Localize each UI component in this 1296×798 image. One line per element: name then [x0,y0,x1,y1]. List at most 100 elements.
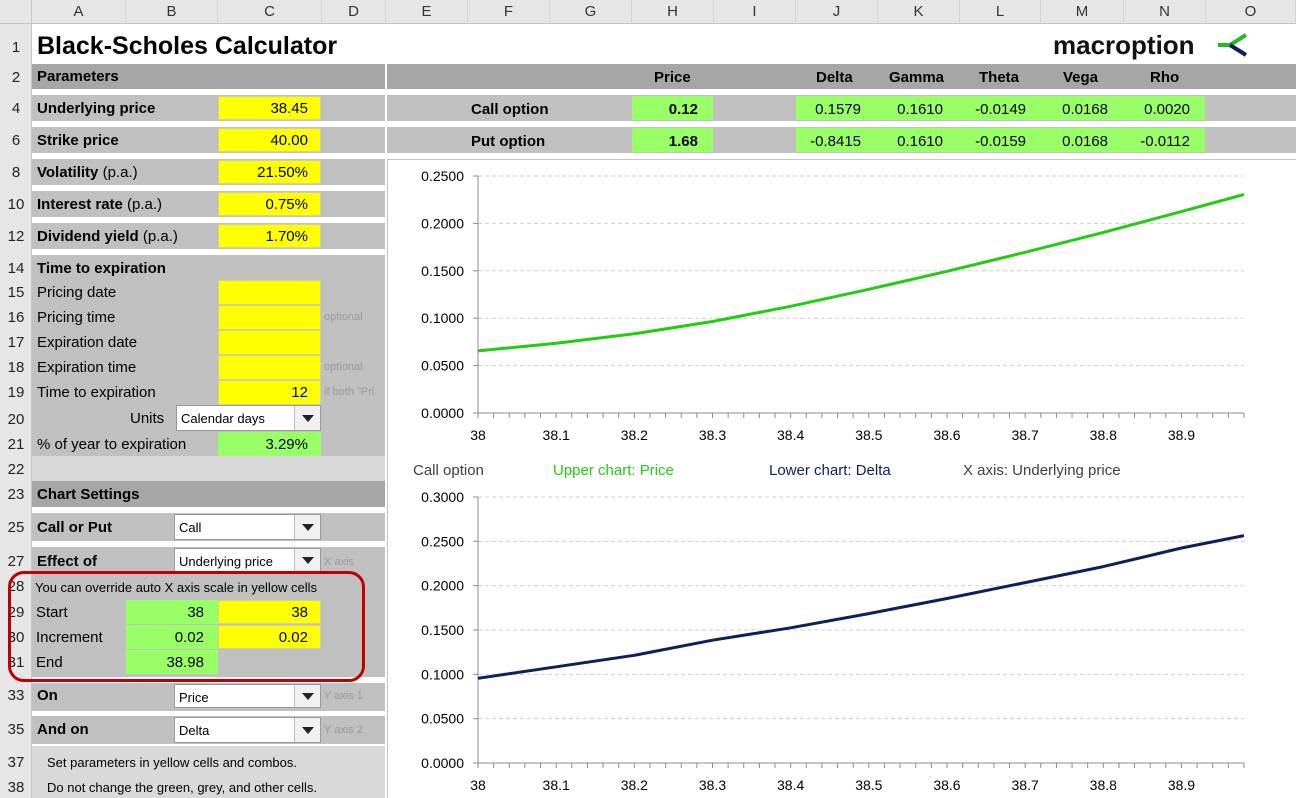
row-header-22[interactable]: 22 [0,462,32,477]
row-header-6[interactable]: 6 [0,133,32,148]
x-tick-label: 38.4 [777,777,804,793]
x-tick-label: 38.9 [1168,427,1195,443]
column-header-c[interactable]: C [218,0,322,24]
expiration-time-input[interactable] [218,355,321,380]
chart-settings-header: Chart Settings [37,486,140,503]
upper-price-chart: 0.0000 0.0500 0.1000 0.1500 0.2000 0.2500 38 38… [421,168,1245,443]
x-tick-label: 38.6 [933,777,960,793]
interest-label-group: Interest rate (p.a.) [37,197,162,212]
row-header-33[interactable]: 33 [0,688,32,703]
y-tick-label: 0.3000 [421,489,464,505]
select-all-corner[interactable] [0,0,32,24]
time-header: Time to expiration [37,260,166,277]
row-header-38[interactable]: 38 [0,780,32,795]
call-gamma: 0.1610 [897,101,943,118]
column-header-j[interactable]: J [796,0,878,24]
units-dropdown-icon[interactable] [294,406,320,430]
effect-note: X axis [324,556,354,568]
time-ifboth-note: if both "Pri [324,387,375,398]
y-tick-label: 0.1500 [421,263,464,279]
column-header-b[interactable]: B [126,0,218,24]
row-header-12[interactable]: 12 [0,229,32,244]
column-header-d[interactable]: D [322,0,386,24]
spacer-row [32,456,385,481]
row-header-15[interactable]: 15 [0,285,32,300]
column-header-i[interactable]: I [714,0,796,24]
x-tick-label: 38.4 [777,427,804,443]
row-header-10[interactable]: 10 [0,197,32,212]
callput-dropdown-icon[interactable] [294,515,320,539]
expiration-time-label: Expiration time [37,359,137,376]
y-tick-label: 0.1000 [421,310,464,326]
row-header-8[interactable]: 8 [0,165,32,180]
y-tick-label: 0.1500 [421,622,464,638]
column-header-a[interactable]: A [32,0,126,24]
x-tick-label: 38.8 [1090,777,1117,793]
callput-combo[interactable]: Call [174,514,321,540]
x-tick-label: 38.3 [699,427,726,443]
column-header-f[interactable]: F [468,0,550,24]
x-tick-label: 38.5 [855,427,882,443]
column-header-h[interactable]: H [632,0,714,24]
column-header-g[interactable]: G [550,0,632,24]
call-price-value: 0.12 [668,101,698,118]
expiration-date-input[interactable] [218,330,321,355]
dividend-value: 1.70% [265,228,308,245]
on-label: On [37,687,58,704]
row-header-27[interactable]: 27 [0,554,32,569]
row-header-25[interactable]: 25 [0,520,32,535]
instruction-line-1: Set parameters in yellow cells and combo… [47,755,298,770]
x-tick-label: 38.2 [621,427,648,443]
parameters-header: Parameters [37,68,119,85]
price-header: Price [654,69,691,86]
y-tick-label: 0.2500 [421,168,464,184]
pricing-date-input[interactable] [218,280,321,305]
on-combo[interactable]: Price [174,684,321,708]
on-note: Y axis 1 [324,690,363,702]
row-header-19[interactable]: 19 [0,385,32,400]
row-header-16[interactable]: 16 [0,310,32,325]
row-header-17[interactable]: 17 [0,335,32,350]
row-header-21[interactable]: 21 [0,437,32,452]
row-header-1[interactable]: 1 [0,40,32,55]
effect-dropdown-icon[interactable] [294,549,320,571]
units-combo[interactable]: Calendar days [176,405,321,431]
row-header-18[interactable]: 18 [0,360,32,375]
column-header-e[interactable]: E [386,0,468,24]
callput-label: Call or Put [37,519,113,536]
column-header-l[interactable]: L [960,0,1041,24]
column-header-m[interactable]: M [1041,0,1124,24]
column-header-n[interactable]: N [1124,0,1206,24]
legend-xaxis: X axis: Underlying price [963,462,1121,479]
pricing-time-input[interactable] [218,305,321,330]
pricing-date-label: Pricing date [37,284,117,301]
call-rho: 0.0020 [1144,101,1190,118]
effect-combo[interactable]: Underlying price [174,548,321,572]
put-theta: -0.0159 [975,133,1026,150]
y-tick-label: 0.2000 [421,215,464,231]
on-dropdown-icon[interactable] [294,685,320,707]
column-header-o[interactable]: O [1206,0,1296,24]
series-line [477,534,1245,680]
logo-mark-icon [1218,33,1248,57]
row-header-2[interactable]: 2 [0,70,32,85]
dividend-label-group: Dividend yield (p.a.) [37,229,178,244]
interest-suffix: (p.a.) [122,196,163,213]
and-on-combo[interactable]: Delta [174,717,321,743]
column-header-k[interactable]: K [878,0,960,24]
call-theta: -0.0149 [975,101,1026,118]
call-row-label: Call option [471,101,549,118]
pct-year-label: % of year to expiration [37,436,187,453]
row-header-4[interactable]: 4 [0,101,32,116]
row-header-37[interactable]: 37 [0,755,32,770]
and-on-dropdown-icon[interactable] [294,718,320,742]
row-header-23[interactable]: 23 [0,487,32,502]
row-header-35[interactable]: 35 [0,722,32,737]
time-to-expiration-value: 12 [291,384,308,401]
effect-combo-value: Underlying price [179,554,273,569]
row-header-14[interactable]: 14 [0,261,32,276]
row-header-20[interactable]: 20 [0,412,32,427]
vega-header: Vega [1063,69,1099,86]
time-to-expiration-label: Time to expiration [37,384,156,401]
volatility-value: 21.50% [257,164,308,181]
